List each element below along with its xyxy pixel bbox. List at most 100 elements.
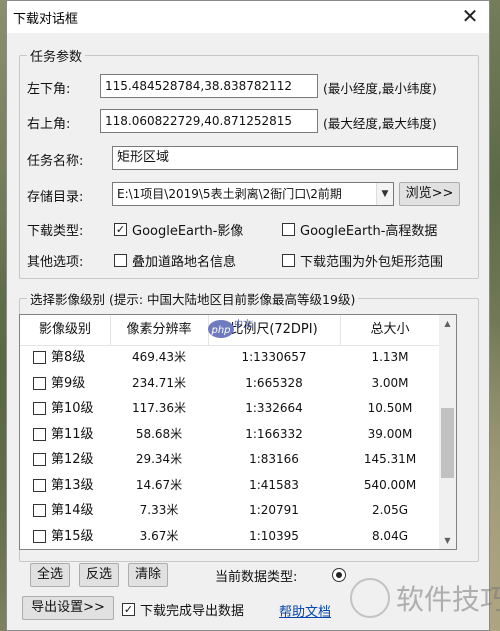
size-cell: 2.05G (371, 503, 409, 517)
checkbox-checked-icon[interactable]: ✓ (114, 223, 127, 236)
checkbox-checked-icon[interactable]: ✓ (122, 603, 135, 616)
table-row[interactable]: 第9级 234.71米 1:665328 3.00M (20, 371, 440, 397)
levels-list[interactable]: 影像级别 像素分辨率 比例尺(72DPI) 总大小 第8级 469.43米 1:… (19, 314, 457, 550)
bounding-rect-checkbox[interactable]: 下载范围为外包矩形范围 (282, 251, 443, 270)
vertical-scrollbar[interactable]: ▲ ▼ (439, 315, 456, 549)
other-options-label: 其他选项: (27, 255, 84, 270)
help-link[interactable]: 帮助文档 (279, 601, 331, 620)
window-title: 下载对话框 (13, 12, 79, 27)
scrollbar-thumb[interactable] (441, 408, 454, 478)
current-type-radio[interactable] (332, 568, 346, 582)
type-elevation-label: GoogleEarth-高程数据 (300, 224, 438, 239)
resolution-cell: 3.67米 (139, 528, 179, 543)
close-icon[interactable]: ✕ (457, 3, 483, 29)
level-rows: 第8级 469.43米 1:1330657 1.13M 第9级 234.71米 … (20, 345, 440, 549)
table-row[interactable]: 第14级 7.33米 1:20791 2.05G (20, 498, 440, 524)
size-cell: 1.13M (371, 350, 409, 364)
download-dialog: 下载对话框 ✕ 任务参数 左下角: 115.484528784,38.83878… (6, 0, 490, 631)
size-cell: 3.00M (371, 375, 409, 390)
storage-dir-combo[interactable]: E:\1项目\2019\5表土剥离\2衙门口\2前期 ▼ (112, 182, 394, 206)
checkbox-empty-icon[interactable] (282, 254, 295, 267)
checkbox-empty-icon[interactable] (33, 427, 46, 441)
resolution-cell: 469.43米 (132, 350, 186, 364)
resolution-cell: 234.71米 (132, 375, 186, 390)
size-cell: 540.00M (363, 477, 417, 492)
level-cell: 第10级 (51, 401, 94, 416)
download-type-label: 下载类型: (27, 224, 84, 239)
checkbox-empty-icon[interactable] (33, 504, 46, 517)
lower-left-input[interactable]: 115.484528784,38.838782112 (100, 74, 318, 98)
scale-cell: 1:41583 (249, 477, 299, 492)
col-header-level[interactable]: 影像级别 (20, 315, 111, 345)
level-cell: 第8级 (51, 350, 86, 365)
size-cell: 8.04G (371, 528, 409, 543)
storage-dir-value: E:\1项目\2019\5表土剥离\2衙门口\2前期 (117, 187, 342, 201)
table-row[interactable]: 第15级 3.67米 1:10395 8.04G (20, 524, 440, 550)
scale-cell: 1:1330657 (241, 350, 307, 364)
upper-right-label: 右上角: (27, 117, 71, 132)
level-cell: 第9级 (51, 375, 86, 391)
checkbox-empty-icon[interactable] (282, 223, 295, 236)
checkbox-empty-icon[interactable] (33, 478, 46, 492)
checkbox-empty-icon[interactable] (33, 351, 46, 364)
lower-left-label: 左下角: (27, 82, 71, 97)
upper-right-hint: (最大经度,最大纬度) (323, 116, 437, 131)
table-row[interactable]: 第11级 58.68米 1:166332 39.00M (20, 422, 440, 448)
clear-button[interactable]: 清除 (128, 563, 168, 587)
export-settings-button[interactable]: 导出设置>> (22, 596, 114, 620)
table-row[interactable]: 第10级 117.36米 1:332664 10.50M (20, 396, 440, 422)
bounding-rect-label: 下载范围为外包矩形范围 (300, 255, 444, 270)
checkbox-empty-icon[interactable] (114, 254, 127, 267)
browse-button[interactable]: 浏览>> (399, 182, 460, 206)
title-bar: 下载对话框 ✕ (7, 1, 489, 33)
php-logo: php 中文网 (208, 318, 253, 338)
php-logo-cn-text: 中文网 (234, 318, 253, 330)
chevron-down-icon[interactable]: ▼ (376, 183, 393, 205)
resolution-cell: 117.36米 (132, 401, 186, 415)
scale-cell: 1:10395 (249, 528, 299, 543)
task-name-input[interactable]: 矩形区域 (112, 146, 458, 170)
scroll-up-icon[interactable]: ▲ (439, 315, 456, 332)
col-header-resolution[interactable]: 像素分辨率 (110, 315, 209, 345)
type-elevation-checkbox[interactable]: GoogleEarth-高程数据 (282, 220, 437, 239)
current-type-label: 当前数据类型: (215, 570, 298, 585)
task-params-label: 任务参数 (27, 46, 86, 65)
table-row[interactable]: 第13级 14.67米 1:41583 540.00M (20, 473, 440, 499)
scale-cell: 1:20791 (249, 503, 299, 517)
export-after-label: 下载完成导出数据 (140, 604, 245, 619)
table-row[interactable]: 第12级 29.34米 1:83166 145.31M (20, 447, 440, 473)
levels-label: 选择影像级别 (提示: 中国大陆地区目前影像最高等级19级) (27, 289, 359, 308)
level-cell: 第12级 (51, 452, 94, 467)
invert-selection-button[interactable]: 反选 (79, 563, 119, 587)
php-logo-text: php (210, 325, 230, 336)
checkbox-empty-icon[interactable] (33, 376, 46, 390)
resolution-cell: 58.68米 (135, 426, 183, 441)
size-cell: 145.31M (363, 452, 417, 466)
type-image-label: GoogleEarth-影像 (132, 224, 244, 239)
scale-cell: 1:83166 (249, 452, 299, 466)
scale-cell: 1:332664 (245, 401, 303, 415)
level-cell: 第14级 (51, 503, 94, 518)
checkbox-empty-icon[interactable] (33, 529, 46, 543)
col-header-size[interactable]: 总大小 (340, 315, 440, 345)
select-all-button[interactable]: 全选 (30, 563, 70, 587)
storage-dir-label: 存储目录: (27, 190, 84, 205)
resolution-cell: 29.34米 (135, 452, 183, 466)
watermark-text: 软件技巧 (396, 583, 500, 616)
upper-right-input[interactable]: 118.060822729,40.871252815 (100, 109, 318, 133)
checkbox-empty-icon[interactable] (33, 402, 46, 415)
checkbox-empty-icon[interactable] (33, 453, 46, 466)
table-row[interactable]: 第8级 469.43米 1:1330657 1.13M (20, 345, 440, 371)
scroll-down-icon[interactable]: ▼ (439, 532, 456, 549)
type-image-checkbox[interactable]: ✓ GoogleEarth-影像 (114, 220, 243, 239)
scale-cell: 1:665328 (245, 375, 303, 390)
task-name-label: 任务名称: (27, 154, 84, 169)
size-cell: 10.50M (367, 401, 413, 415)
scale-cell: 1:166332 (245, 426, 303, 441)
overlay-roads-checkbox[interactable]: 叠加道路地名信息 (114, 251, 236, 270)
watermark-logo-icon (350, 578, 390, 618)
size-cell: 39.00M (367, 426, 413, 441)
watermark: 软件技巧 (350, 568, 500, 628)
overlay-roads-label: 叠加道路地名信息 (132, 255, 237, 270)
export-after-checkbox[interactable]: ✓ 下载完成导出数据 (122, 600, 244, 619)
